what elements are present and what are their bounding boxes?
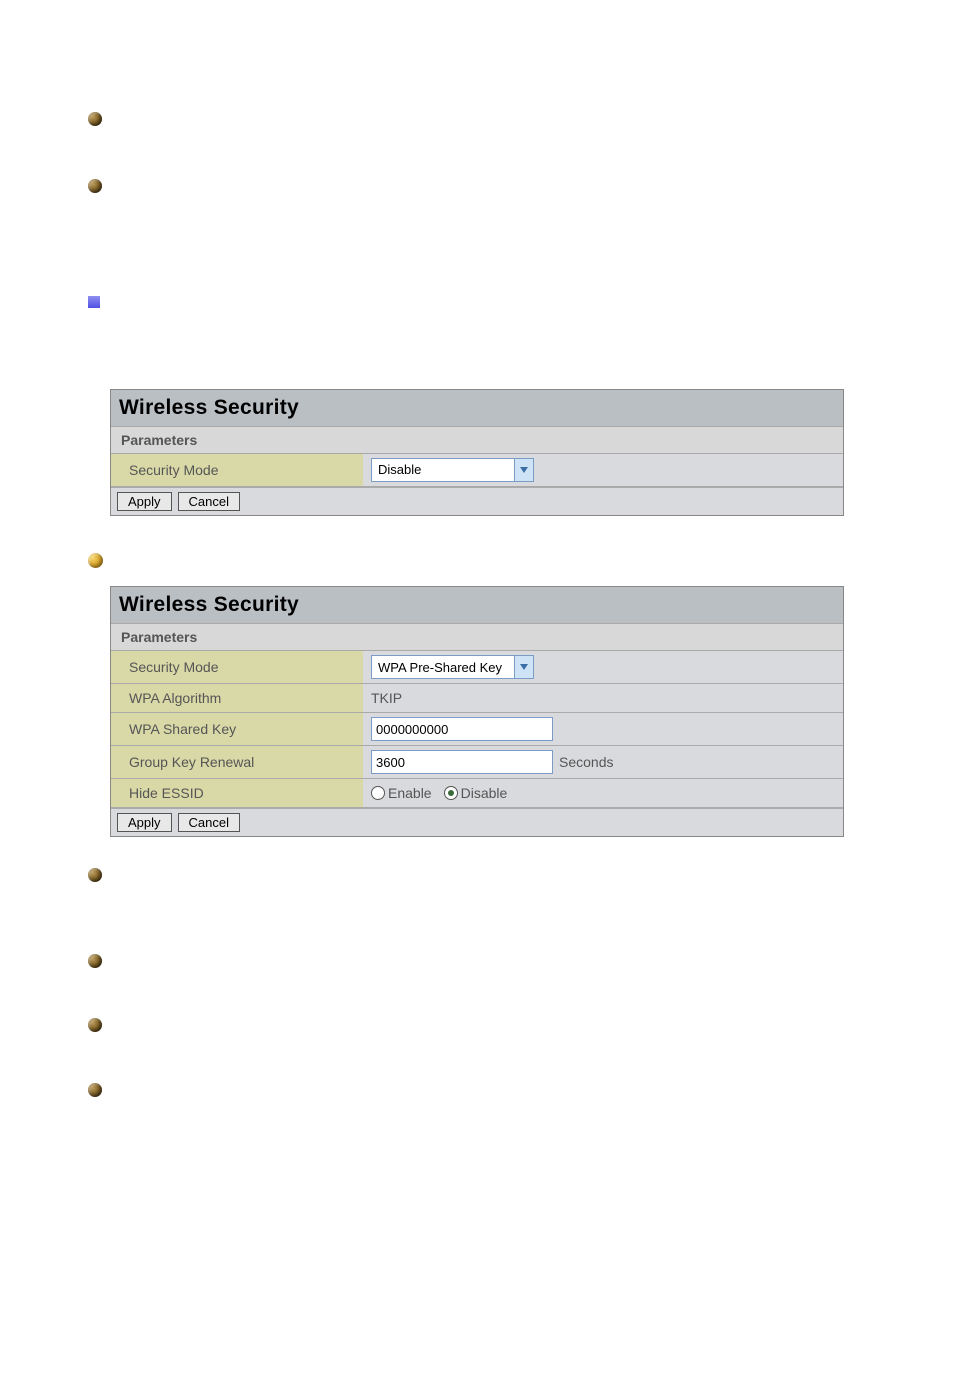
wireless-security-panel-disable: Wireless Security Parameters Security Mo… xyxy=(110,389,844,516)
hide-essid-label: Hide ESSID xyxy=(111,779,363,807)
cancel-button[interactable]: Cancel xyxy=(178,492,240,511)
group-key-renewal-input[interactable] xyxy=(371,750,553,774)
panel-title: Wireless Security xyxy=(111,390,843,426)
wpa-shared-key-label: WPA Shared Key xyxy=(111,713,363,745)
button-row: Apply Cancel xyxy=(111,487,843,515)
bullet-icon xyxy=(88,179,102,193)
wpa-algorithm-row: WPA Algorithm TKIP xyxy=(111,684,843,713)
square-bullet-icon xyxy=(88,296,100,308)
group-key-renewal-row: Group Key Renewal Seconds xyxy=(111,746,843,779)
bullet-icon xyxy=(88,1083,102,1097)
cancel-button[interactable]: Cancel xyxy=(178,813,240,832)
security-mode-value: Disable xyxy=(372,459,514,481)
security-mode-select[interactable]: WPA Pre-Shared Key xyxy=(371,655,534,679)
hide-essid-radio-group: Enable Disable xyxy=(371,785,507,801)
wireless-security-panel-wpa: Wireless Security Parameters Security Mo… xyxy=(110,586,844,837)
bullet-gold-icon xyxy=(88,553,103,568)
wpa-algorithm-value: TKIP xyxy=(363,684,843,712)
radio-icon xyxy=(371,786,385,800)
apply-button[interactable]: Apply xyxy=(117,492,172,511)
security-mode-value: WPA Pre-Shared Key xyxy=(372,656,514,678)
security-mode-label: Security Mode xyxy=(111,454,363,486)
bullet-icon xyxy=(88,1018,102,1032)
radio-icon-checked xyxy=(444,786,458,800)
hide-essid-enable-option[interactable]: Enable xyxy=(371,785,432,801)
group-key-renewal-label: Group Key Renewal xyxy=(111,746,363,778)
group-key-renewal-unit: Seconds xyxy=(559,754,613,770)
security-mode-row: Security Mode WPA Pre-Shared Key xyxy=(111,651,843,684)
chevron-down-icon xyxy=(514,656,533,678)
hide-essid-enable-label: Enable xyxy=(388,785,432,801)
bullet-icon xyxy=(88,954,102,968)
panel-title: Wireless Security xyxy=(111,587,843,623)
wpa-shared-key-input[interactable] xyxy=(371,717,553,741)
hide-essid-disable-label: Disable xyxy=(461,785,508,801)
wpa-algorithm-label: WPA Algorithm xyxy=(111,684,363,712)
parameters-header: Parameters xyxy=(111,623,843,651)
security-mode-select[interactable]: Disable xyxy=(371,458,534,482)
chevron-down-icon xyxy=(514,459,533,481)
security-mode-label: Security Mode xyxy=(111,651,363,683)
wpa-shared-key-row: WPA Shared Key xyxy=(111,713,843,746)
button-row: Apply Cancel xyxy=(111,808,843,836)
bullet-icon xyxy=(88,112,102,126)
parameters-header: Parameters xyxy=(111,426,843,454)
hide-essid-disable-option[interactable]: Disable xyxy=(444,785,508,801)
hide-essid-row: Hide ESSID Enable Disable xyxy=(111,779,843,808)
bullet-icon xyxy=(88,868,102,882)
security-mode-row: Security Mode Disable xyxy=(111,454,843,487)
apply-button[interactable]: Apply xyxy=(117,813,172,832)
